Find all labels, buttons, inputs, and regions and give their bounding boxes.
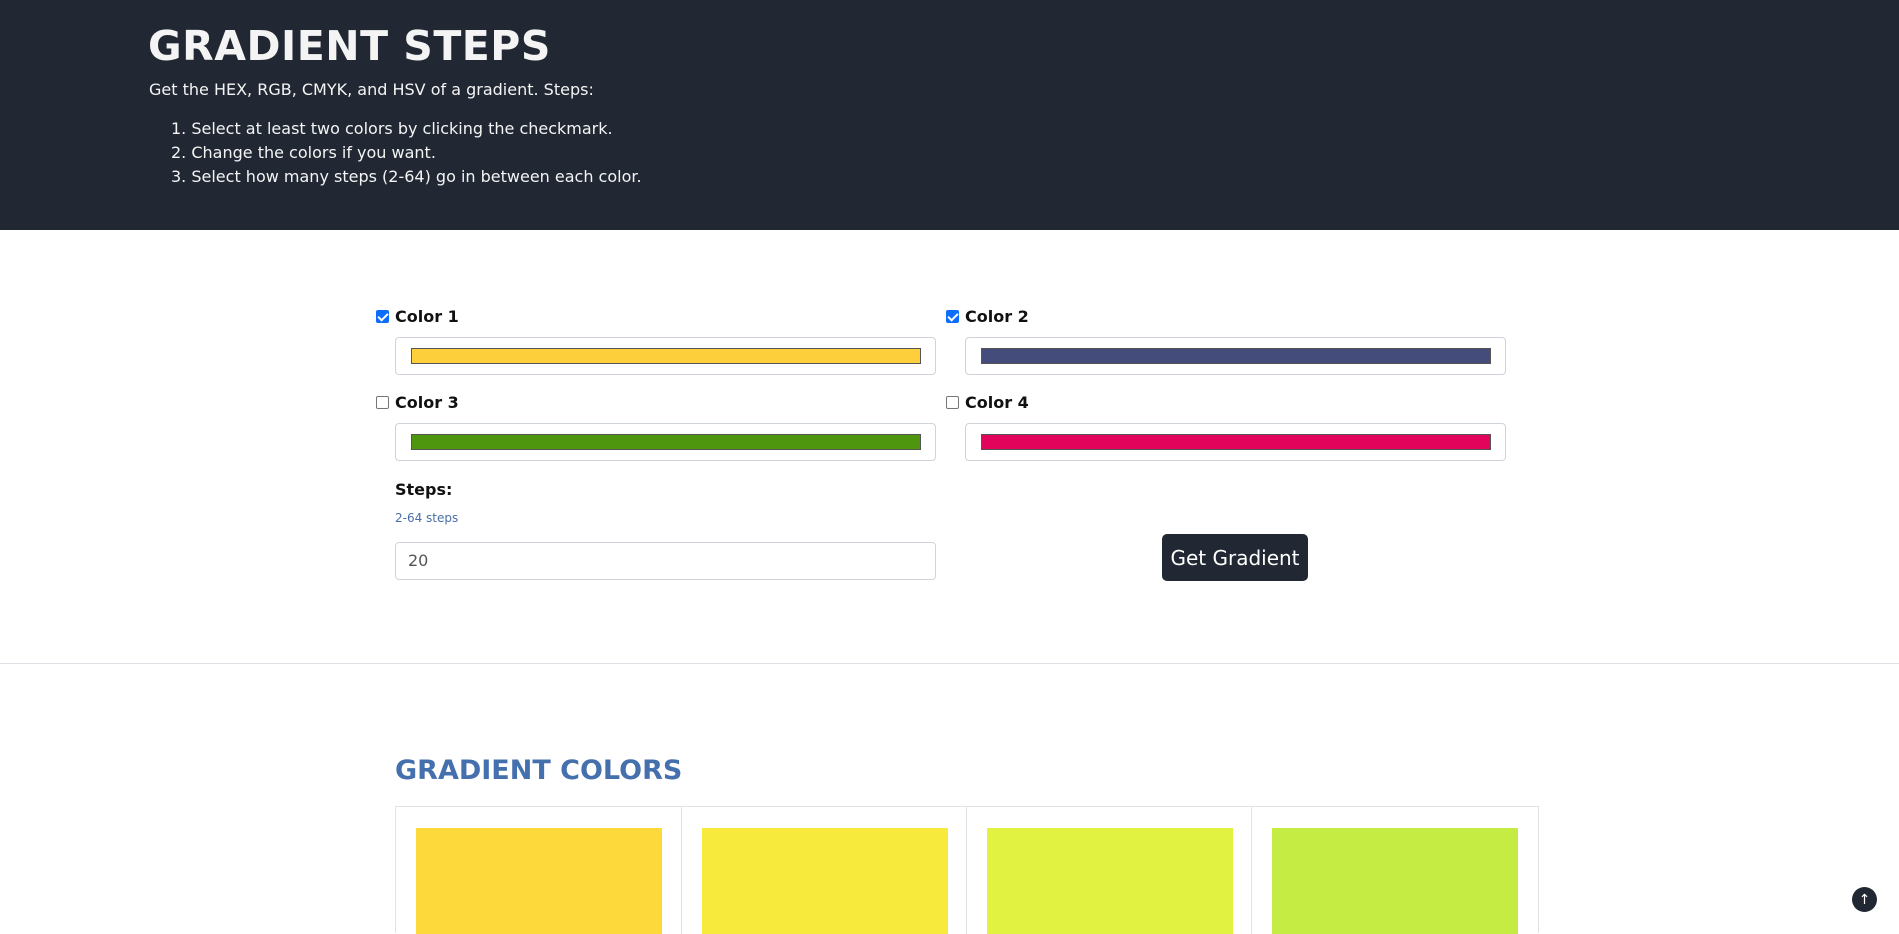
instructions-list: 1. Select at least two colors by clickin… bbox=[149, 117, 642, 189]
instruction-item: 3. Select how many steps (2-64) go in be… bbox=[171, 167, 642, 186]
steps-help-text: 2-64 steps bbox=[395, 511, 459, 525]
gradient-color-swatch bbox=[1272, 828, 1518, 934]
gradient-color-card bbox=[967, 807, 1252, 934]
instruction-item: 2. Change the colors if you want. bbox=[171, 143, 436, 162]
gradient-color-swatch bbox=[987, 828, 1233, 934]
color-2-checkbox[interactable] bbox=[946, 310, 959, 323]
color-1-label: Color 1 bbox=[395, 307, 459, 326]
gradient-color-card bbox=[682, 807, 967, 934]
color-2-swatch bbox=[981, 348, 1491, 364]
color-1-swatch bbox=[411, 348, 921, 364]
color-2-picker[interactable] bbox=[965, 337, 1506, 375]
page-title: GRADIENT STEPS bbox=[148, 22, 551, 70]
color-3-label: Color 3 bbox=[395, 393, 459, 412]
steps-input[interactable]: 20 bbox=[395, 542, 936, 580]
color-3-picker[interactable] bbox=[395, 423, 936, 461]
color-4-picker[interactable] bbox=[965, 423, 1506, 461]
steps-label: Steps: bbox=[395, 480, 453, 499]
gradient-colors-title: GRADIENT COLORS bbox=[395, 755, 683, 786]
color-4-checkbox[interactable] bbox=[946, 396, 959, 409]
color-1-checkbox[interactable] bbox=[376, 310, 389, 323]
gradient-color-card bbox=[396, 807, 682, 934]
gradient-color-swatch bbox=[702, 828, 948, 934]
color-2-label: Color 2 bbox=[965, 307, 1029, 326]
instruction-item: 1. Select at least two colors by clickin… bbox=[171, 119, 613, 138]
color-4-swatch bbox=[981, 434, 1491, 450]
gradient-colors-grid bbox=[395, 806, 1539, 934]
color-3-checkbox[interactable] bbox=[376, 396, 389, 409]
page-intro: Get the HEX, RGB, CMYK, and HSV of a gra… bbox=[149, 80, 594, 99]
get-gradient-button[interactable]: Get Gradient bbox=[1162, 534, 1308, 581]
color-4-label: Color 4 bbox=[965, 393, 1029, 412]
color-3-swatch bbox=[411, 434, 921, 450]
arrow-up-icon[interactable]: ↑ bbox=[1852, 887, 1877, 912]
gradient-color-swatch bbox=[416, 828, 662, 934]
color-1-picker[interactable] bbox=[395, 337, 936, 375]
gradient-color-card bbox=[1252, 807, 1538, 934]
section-divider bbox=[0, 663, 1899, 664]
page-header: GRADIENT STEPS Get the HEX, RGB, CMYK, a… bbox=[0, 0, 1899, 230]
